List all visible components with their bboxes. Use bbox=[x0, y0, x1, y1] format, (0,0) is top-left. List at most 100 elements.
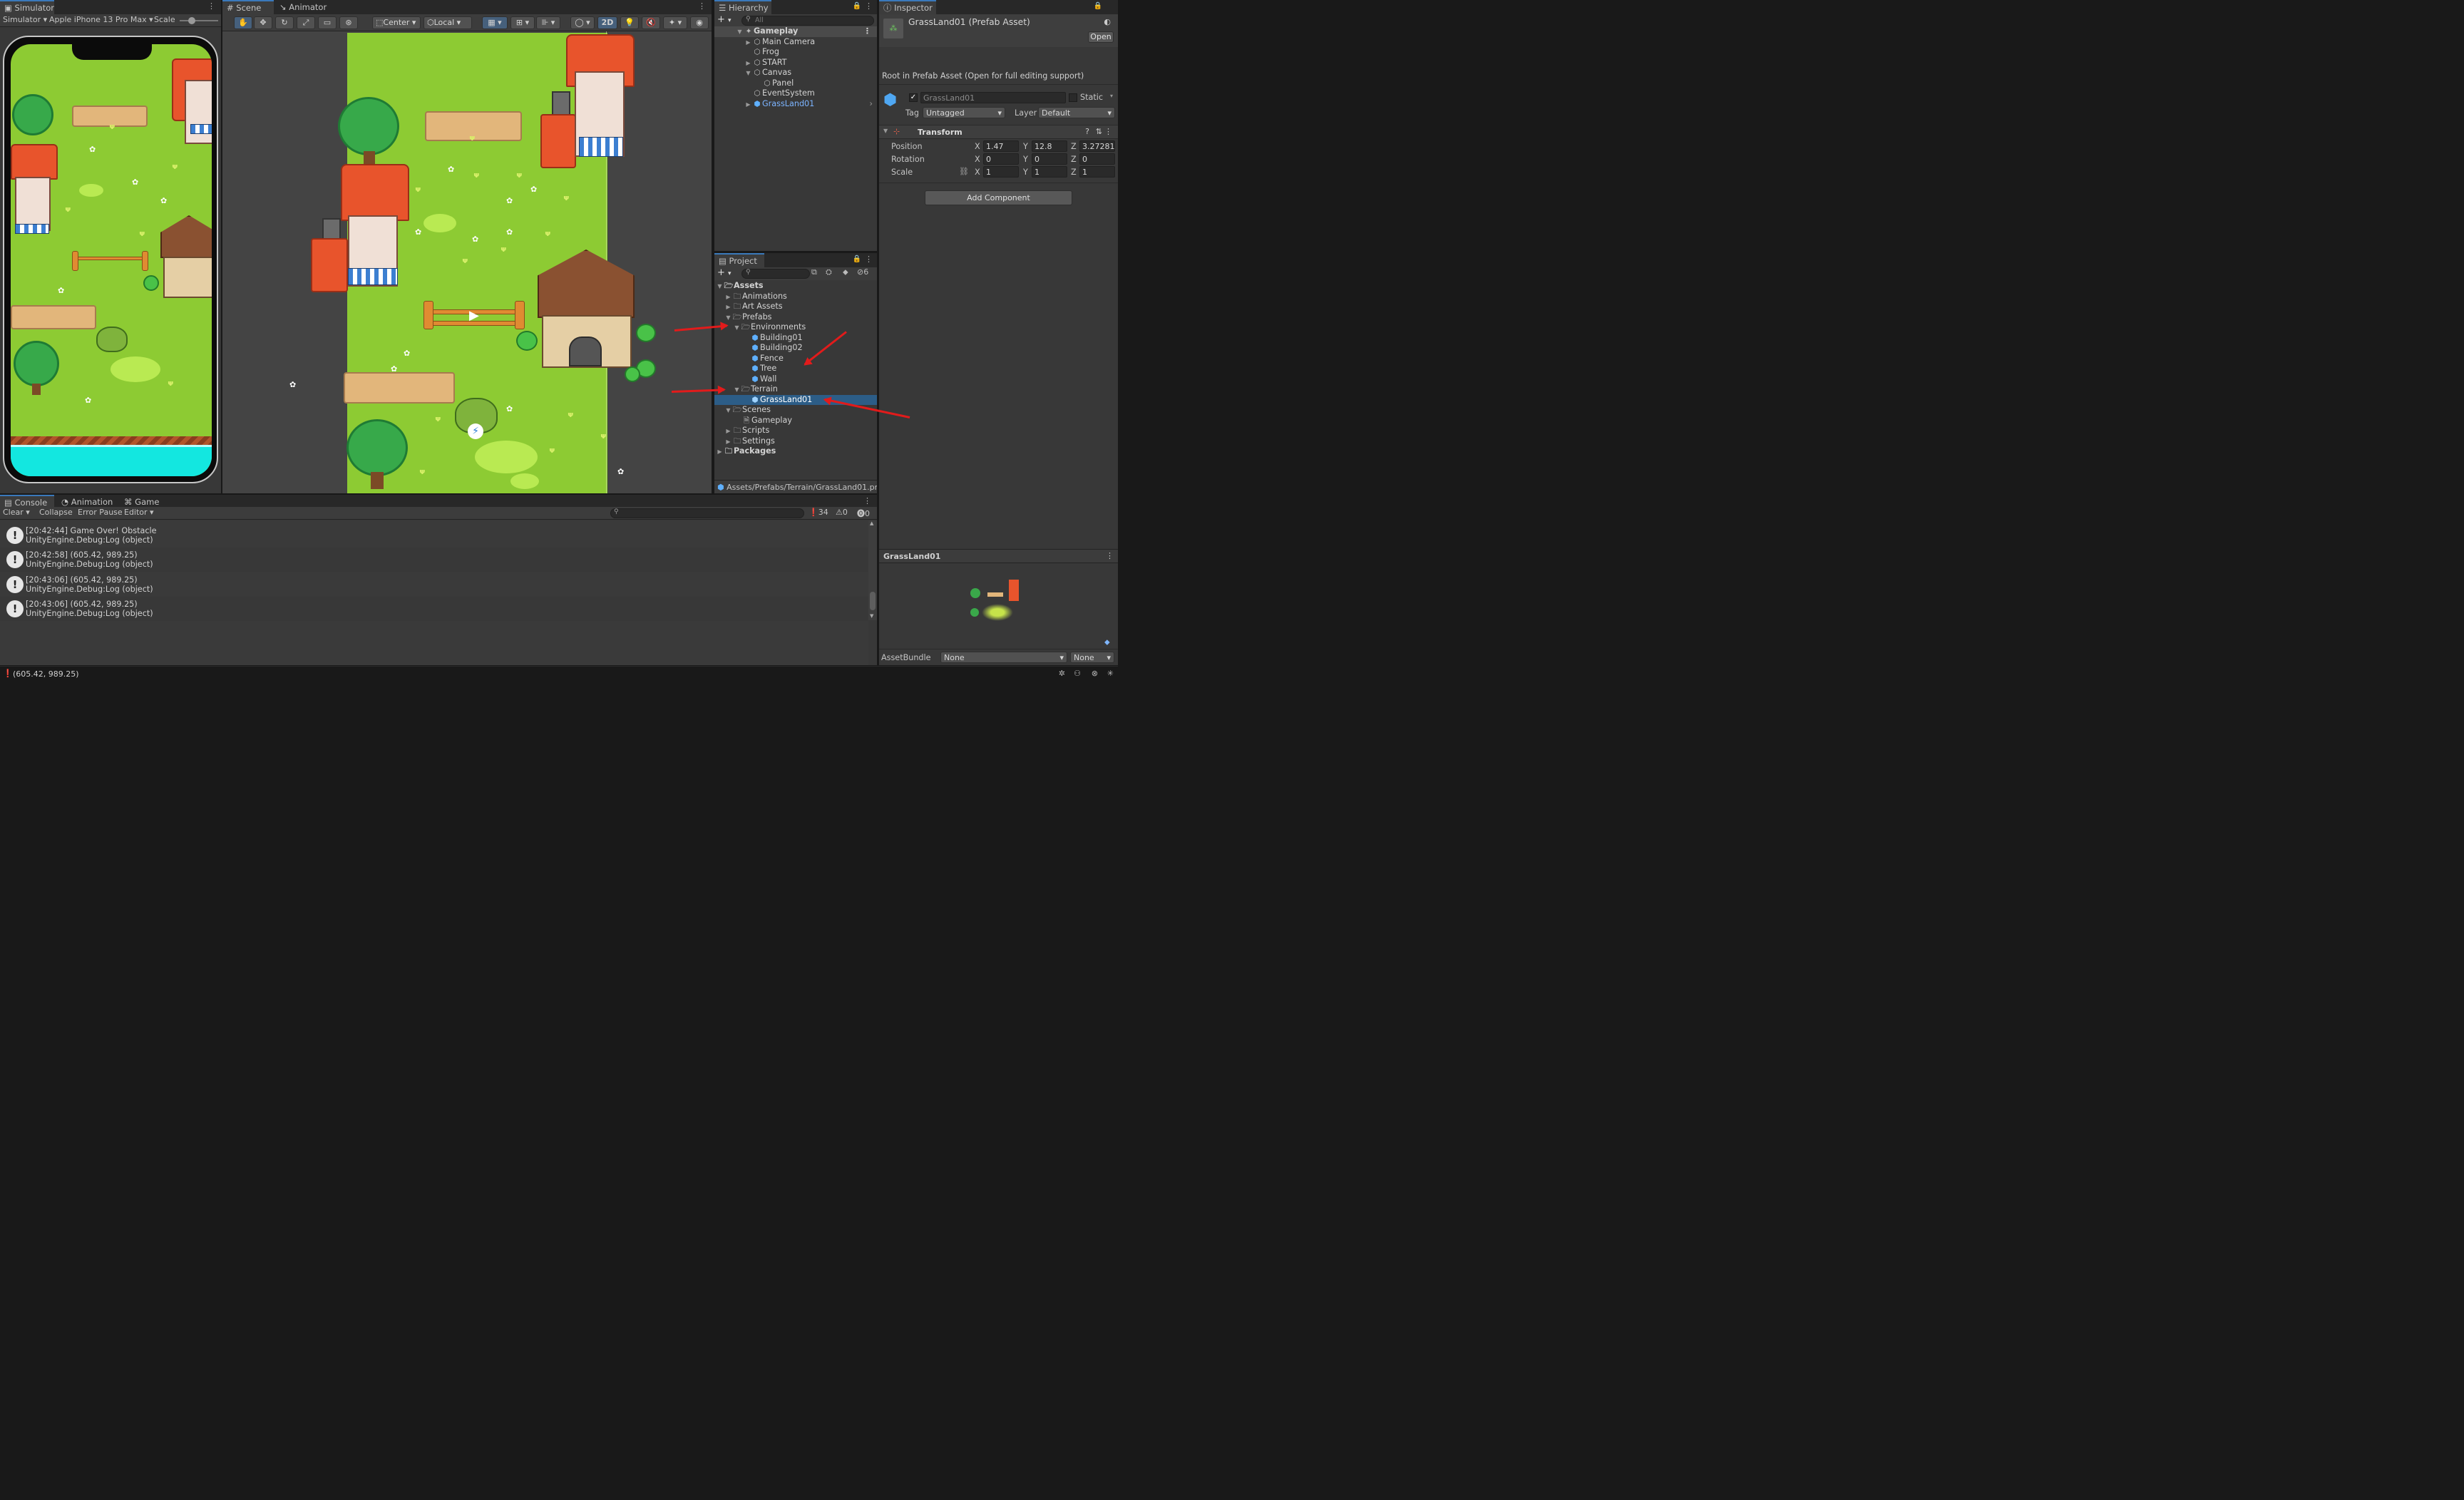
hierarchy-item-panel[interactable]: ⬡ Panel bbox=[714, 78, 877, 89]
project-search-input[interactable]: ⚲ bbox=[741, 269, 810, 279]
spinner-icon[interactable]: ✳ bbox=[1107, 669, 1114, 678]
expand-arrow-icon[interactable]: ▶ bbox=[724, 426, 732, 437]
lock-icon[interactable]: 🔒 bbox=[1094, 2, 1102, 10]
more-menu-icon[interactable]: ⋮ bbox=[863, 26, 871, 37]
project-folder-scripts[interactable]: ▶ 🗀 Scripts bbox=[714, 426, 877, 436]
mode-2d-button[interactable]: 2D bbox=[597, 16, 617, 29]
project-folder-animations[interactable]: ▶ 🗀 Animations bbox=[714, 292, 877, 302]
expand-arrow-icon[interactable]: ▼ bbox=[716, 282, 724, 292]
expand-arrow-icon[interactable]: ▶ bbox=[724, 437, 732, 448]
project-prefab-tree[interactable]: ⬢ Tree bbox=[714, 364, 877, 374]
tab-inspector[interactable]: ⓘ Inspector bbox=[879, 0, 936, 14]
foldout-arrow-icon[interactable]: ▼ bbox=[883, 128, 888, 134]
more-menu-icon[interactable]: ⋮ bbox=[207, 1, 215, 11]
log-entry[interactable]: ! [20:42:58] (605.42, 989.25) UnityEngine.… bbox=[0, 548, 868, 572]
project-folder-prefabs[interactable]: ▼ 🗁Prefabs bbox=[714, 312, 877, 323]
position-y-field[interactable]: 12.8 bbox=[1032, 140, 1067, 152]
hierarchy-item-frog[interactable]: ⬡ Frog bbox=[714, 47, 877, 58]
shading-mode-icon[interactable]: ◯ ▾ bbox=[570, 16, 595, 29]
preset-icon[interactable]: ⇅ bbox=[1096, 127, 1102, 136]
expand-arrow-icon[interactable]: ▶ bbox=[744, 100, 752, 111]
scroll-down-icon[interactable]: ▼ bbox=[870, 613, 873, 619]
error-count-toggle[interactable]: ⓿0 bbox=[857, 508, 870, 519]
static-dropdown-icon[interactable]: ▾ bbox=[1110, 93, 1113, 99]
hidden-packages-icon[interactable]: ⊘6 bbox=[857, 267, 868, 277]
assetbundle-dropdown[interactable]: None ▾ bbox=[940, 652, 1067, 663]
project-prefab-grassland01[interactable]: ⬢ GrassLand01 bbox=[714, 394, 877, 405]
editor-dropdown[interactable]: Editor ▾ bbox=[124, 508, 154, 517]
hierarchy-scene-gameplay[interactable]: ▼ ✦ Gameplay ⋮ bbox=[714, 26, 877, 37]
search-by-label-icon[interactable]: ⛭ bbox=[826, 267, 832, 277]
collapse-button[interactable]: Collapse bbox=[39, 508, 73, 517]
label-icon[interactable]: ⬥ bbox=[1104, 637, 1110, 647]
more-menu-icon[interactable]: ⋮ bbox=[863, 496, 871, 505]
chevron-right-icon[interactable]: › bbox=[870, 99, 873, 110]
rotation-x-field[interactable]: 0 bbox=[983, 153, 1019, 165]
rotation-z-field[interactable]: 0 bbox=[1079, 153, 1115, 165]
scale-slider-handle[interactable] bbox=[188, 17, 195, 24]
project-scene-gameplay[interactable]: 🗎 Gameplay bbox=[714, 416, 877, 426]
active-checkbox[interactable]: ✓ bbox=[909, 93, 918, 102]
expand-arrow-icon[interactable]: ▼ bbox=[733, 385, 741, 396]
rotation-y-field[interactable]: 0 bbox=[1032, 153, 1067, 165]
rect-tool-icon[interactable]: ▭ bbox=[318, 16, 337, 29]
lock-icon[interactable]: 🔒 bbox=[853, 2, 861, 10]
scroll-up-icon[interactable]: ▲ bbox=[870, 520, 873, 526]
expand-arrow-icon[interactable]: ▶ bbox=[716, 447, 724, 458]
log-entry[interactable]: ! [20:42:44] Game Over! Obstacle UnityEngi… bbox=[0, 523, 868, 548]
static-checkbox[interactable] bbox=[1069, 93, 1077, 102]
clear-button[interactable]: Clear ▾ bbox=[3, 508, 30, 517]
network-icon[interactable]: ⚇ bbox=[1074, 669, 1081, 678]
move-tool-icon[interactable]: ✥ bbox=[254, 16, 272, 29]
project-prefab-wall[interactable]: ⬢ Wall bbox=[714, 374, 877, 385]
grid-snap-icon[interactable]: ▦ ▾ bbox=[482, 16, 508, 29]
console-scrollbar[interactable]: ▲ ▼ bbox=[868, 520, 877, 620]
status-message[interactable]: (605.42, 989.25) bbox=[13, 669, 79, 679]
constrain-proportions-icon[interactable]: ⛓ bbox=[959, 167, 969, 176]
hierarchy-item-start[interactable]: ▶ ⬡ START bbox=[714, 58, 877, 68]
project-folder-terrain[interactable]: ▼ 🗁Terrain bbox=[714, 384, 877, 395]
gameobject-name-field[interactable]: GrassLand01 bbox=[920, 92, 1066, 103]
project-folder-environments[interactable]: ▼ 🗁Environments bbox=[714, 322, 877, 333]
expand-arrow-icon[interactable]: ▶ bbox=[744, 38, 752, 48]
expand-arrow-icon[interactable]: ▼ bbox=[733, 323, 741, 334]
project-prefab-fence[interactable]: ⬢ Fence bbox=[714, 354, 877, 364]
scene-visibility-icon[interactable]: ◉ bbox=[690, 16, 709, 29]
lighting-icon[interactable]: 💡 bbox=[620, 16, 639, 29]
search-by-type-icon[interactable]: ⧉ bbox=[811, 267, 817, 277]
scale-z-field[interactable]: 1 bbox=[1079, 166, 1115, 178]
log-entry[interactable]: ! [20:43:06] (605.42, 989.25) UnityEngine.… bbox=[0, 572, 868, 597]
layer-dropdown[interactable]: Default ▾ bbox=[1038, 107, 1115, 118]
open-prefab-button[interactable]: Open bbox=[1088, 31, 1114, 43]
settings-icon[interactable]: ◐ bbox=[1104, 17, 1111, 26]
expand-arrow-icon[interactable]: ▶ bbox=[724, 292, 732, 303]
more-menu-icon[interactable]: ⋮ bbox=[1104, 127, 1112, 136]
more-menu-icon[interactable]: ⋮ bbox=[698, 1, 706, 11]
cache-server-icon[interactable]: ⊗ bbox=[1092, 669, 1098, 678]
hand-tool-icon[interactable]: ✋ bbox=[234, 16, 252, 29]
log-count-toggle[interactable]: ❗34 bbox=[808, 508, 828, 517]
project-root-packages[interactable]: ▶ 🗀 Packages bbox=[714, 446, 877, 457]
log-entry[interactable]: ! [20:43:06] (605.42, 989.25) UnityEngine.… bbox=[0, 597, 868, 621]
tab-simulator[interactable]: ▣ Simulator bbox=[0, 0, 54, 14]
position-z-field[interactable]: 3.272815 bbox=[1079, 140, 1115, 152]
project-root-assets[interactable]: ▼ 🗁Assets bbox=[714, 281, 877, 292]
space-dropdown[interactable]: ⬡Local ▾ bbox=[423, 16, 472, 29]
tag-icon[interactable]: ⬥ bbox=[843, 267, 848, 277]
bug-icon[interactable]: ✲ bbox=[1059, 669, 1065, 678]
hierarchy-item-grassland01[interactable]: ▶ ⬢ GrassLand01 › bbox=[714, 99, 877, 110]
more-menu-icon[interactable]: ⋮ bbox=[865, 255, 873, 264]
lock-icon[interactable]: 🔒 bbox=[853, 255, 861, 263]
tab-project[interactable]: ▤ Project bbox=[714, 253, 764, 267]
expand-arrow-icon[interactable]: ▼ bbox=[736, 27, 744, 38]
assetbundle-variant-dropdown[interactable]: None ▾ bbox=[1070, 652, 1114, 663]
simulator-mode-dropdown[interactable]: Simulator ▾ bbox=[3, 15, 47, 24]
warning-count-toggle[interactable]: ⚠0 bbox=[836, 508, 848, 517]
transform-header[interactable]: ▼ ⊹ Transform ? ⇅ ⋮ bbox=[879, 125, 1118, 139]
console-search-input[interactable]: ⚲ bbox=[610, 508, 804, 518]
audio-icon[interactable]: 🔇 bbox=[642, 16, 660, 29]
project-prefab-building01[interactable]: ⬢ Building01 bbox=[714, 333, 877, 344]
hierarchy-search-input[interactable]: ⚲ All bbox=[741, 16, 874, 26]
expand-arrow-icon[interactable]: ▼ bbox=[744, 68, 752, 79]
tab-hierarchy[interactable]: ☰ Hierarchy bbox=[714, 0, 771, 14]
